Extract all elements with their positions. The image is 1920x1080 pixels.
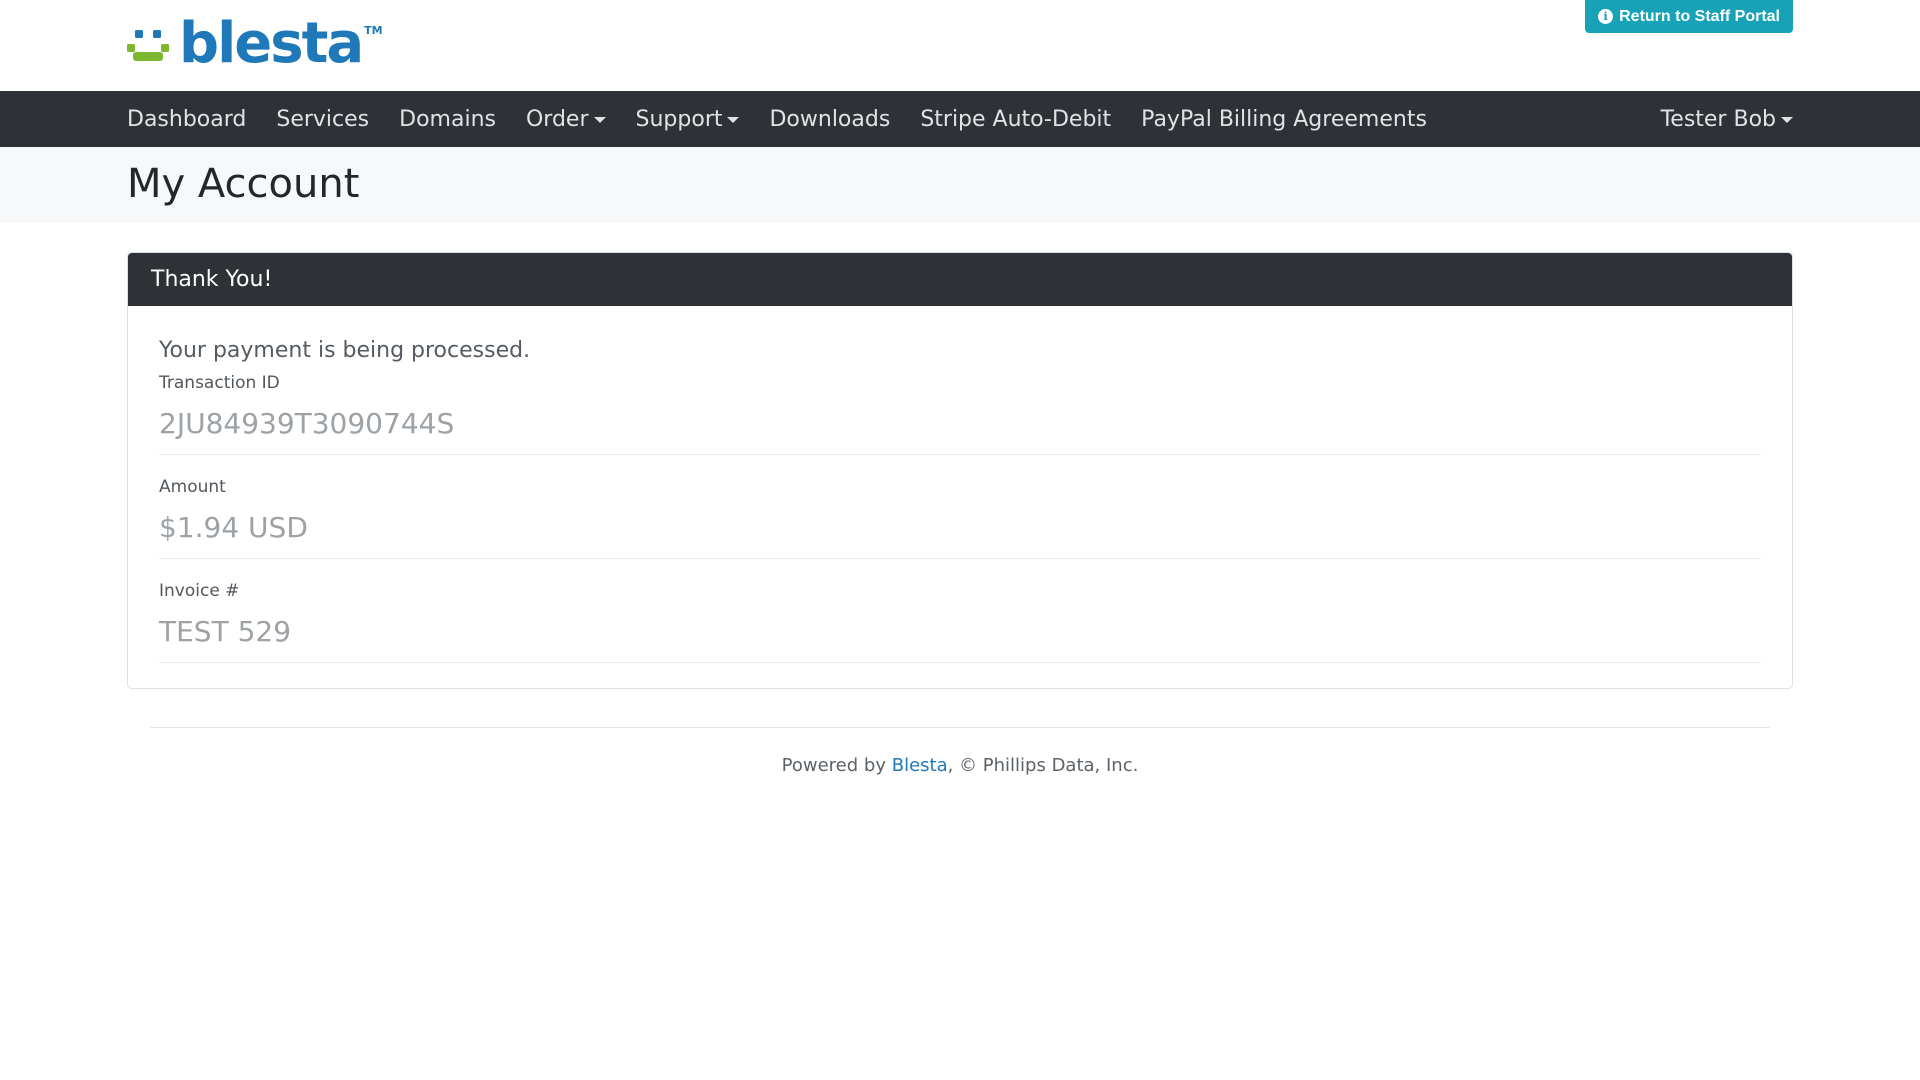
nav-item-label: Dashboard [127,106,247,132]
nav-item-label: Services [276,106,370,132]
smile-logo-icon [127,30,169,61]
nav-item-downloads[interactable]: Downloads [769,107,890,132]
blesta-link[interactable]: Blesta [892,755,948,776]
caret-down-icon [727,117,740,123]
nav-item-label: Domains [399,106,496,132]
nav-item-dashboard[interactable]: Dashboard [127,107,246,132]
user-name: Tester Bob [1660,106,1776,132]
transaction-id-field: Transaction ID 2JU84939T3090744S [159,373,1761,455]
footer-divider [150,727,1770,728]
staff-portal-label: Return to Staff Portal [1619,7,1780,25]
field-label: Transaction ID [159,373,280,393]
invoice-field: Invoice # TEST 529 [159,581,1761,663]
page-title-bar: My Account [0,147,1920,223]
blesta-logo[interactable]: blesta TM [127,14,383,74]
field-value: $1.94 USD [159,511,308,544]
main-navbar: Dashboard Services Domains Order Support… [0,91,1920,147]
caret-down-icon [593,117,606,123]
card-body: Your payment is being processed. Transac… [128,306,1792,663]
caret-down-icon [1781,117,1793,123]
footer-prefix: Powered by [781,755,892,776]
field-value: TEST 529 [159,615,292,648]
nav-item-services[interactable]: Services [276,107,369,132]
nav-item-label: Support [635,106,723,132]
return-to-staff-portal-button[interactable]: i Return to Staff Portal [1585,0,1793,33]
nav-item-label: Stripe Auto-Debit [920,106,1112,132]
site-header: blesta TM i Return to Staff Portal [0,0,1920,91]
logo-text: blesta [179,11,364,76]
field-label: Invoice # [159,581,240,601]
nav-item-domains[interactable]: Domains [399,107,496,132]
logo-trademark: TM [364,24,383,37]
nav-item-paypal-billing-agreements[interactable]: PayPal Billing Agreements [1141,107,1427,132]
nav-item-order[interactable]: Order [526,107,606,132]
page-title: My Account [127,161,360,207]
nav-item-label: PayPal Billing Agreements [1141,106,1427,132]
footer-suffix: , © Phillips Data, Inc. [947,755,1139,776]
nav-item-support[interactable]: Support [636,107,740,132]
thank-you-card: Thank You! Your payment is being process… [127,252,1793,689]
user-menu[interactable]: Tester Bob [1661,91,1793,147]
nav-item-label: Order [525,106,589,132]
nav-items: Dashboard Services Domains Order Support… [127,91,1457,147]
amount-field: Amount $1.94 USD [159,477,1761,559]
field-label: Amount [159,477,226,497]
field-value: 2JU84939T3090744S [159,407,455,440]
nav-item-stripe-auto-debit[interactable]: Stripe Auto-Debit [920,107,1111,132]
footer: Powered by Blesta, © Phillips Data, Inc. [0,755,1920,776]
payment-status-message: Your payment is being processed. [159,338,531,363]
card-header: Thank You! [128,253,1792,306]
nav-item-label: Downloads [769,106,891,132]
info-icon: i [1598,9,1614,24]
